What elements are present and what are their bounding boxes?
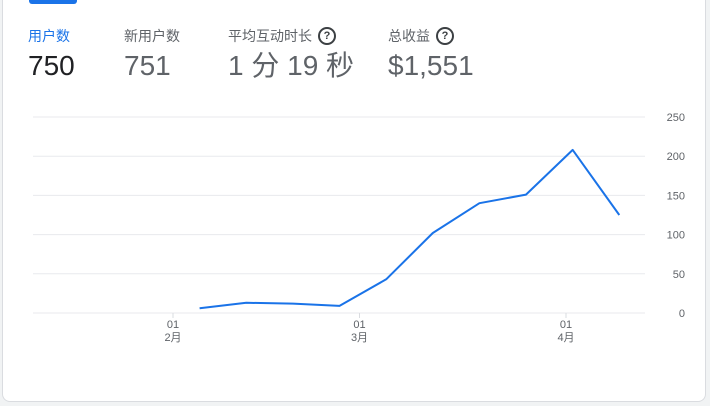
line-chart: 050100150200250012月013月014月: [33, 112, 685, 344]
y-tick-label: 200: [667, 151, 685, 163]
x-tick-day-label: 01: [560, 319, 572, 331]
x-tick-month-label: 3月: [351, 332, 368, 344]
report-card: 用户数 750 新用户数 751 平均互动时长 ? 1 分 19 秒 总收益 ?…: [2, 0, 706, 402]
series-line: [199, 148, 621, 310]
y-tick-label: 250: [667, 112, 685, 124]
y-tick-label: 0: [679, 308, 685, 320]
x-tick-day-label: 01: [167, 319, 179, 331]
y-tick-label: 100: [667, 230, 685, 242]
x-tick-month-label: 4月: [557, 332, 574, 344]
y-tick-label: 50: [673, 269, 685, 281]
y-tick-label: 150: [667, 190, 685, 202]
x-tick-month-label: 2月: [164, 332, 181, 344]
x-tick-day-label: 01: [353, 319, 365, 331]
